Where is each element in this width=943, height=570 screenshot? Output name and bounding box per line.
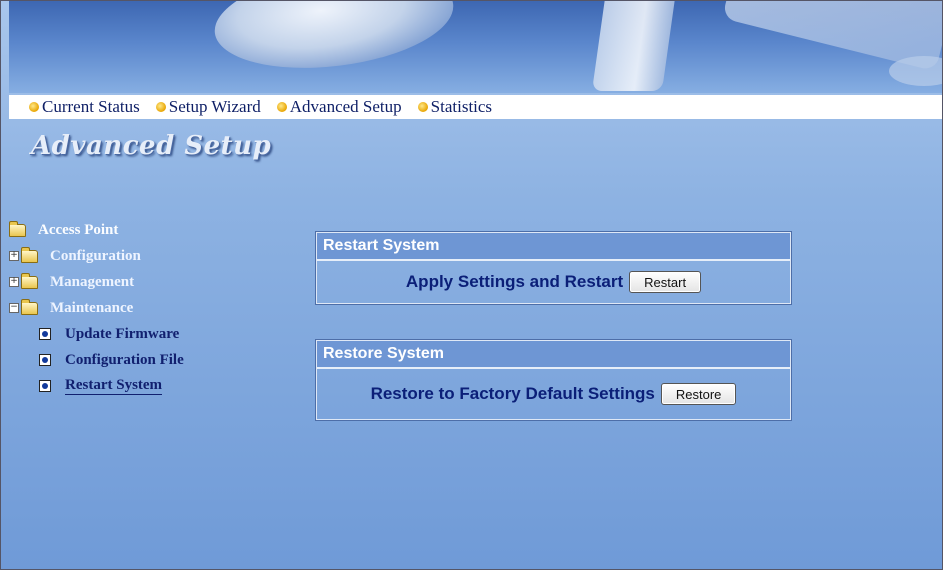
panel-body: Restore to Factory Default Settings Rest… (317, 369, 790, 419)
tree-item-restart-system[interactable]: Restart System (39, 373, 184, 399)
restart-system-panel: Restart System Apply Settings and Restar… (315, 231, 792, 305)
restore-button[interactable]: Restore (660, 383, 737, 405)
nav-label: Current Status (42, 97, 140, 116)
tree-item-label: Update Firmware (65, 325, 180, 342)
tree-folder-label: Configuration (50, 247, 141, 264)
nav-label: Statistics (430, 97, 493, 116)
app-frame: Current Status Setup Wizard Advanced Set… (0, 0, 943, 570)
bullet-icon (417, 102, 428, 112)
bullet-icon (276, 102, 287, 112)
bullet-icon (155, 102, 166, 112)
expand-icon[interactable]: + (9, 277, 19, 287)
page-icon (39, 328, 51, 340)
tree-folder-label: Maintenance (50, 299, 134, 316)
router-image (209, 1, 459, 81)
tree-folder-configuration[interactable]: + Configuration (9, 243, 184, 269)
tree-item-configuration-file[interactable]: Configuration File (39, 347, 184, 373)
nav-current-status[interactable]: Current Status (29, 97, 140, 117)
panel-title: Restart System (317, 233, 790, 261)
open-folder-icon (21, 298, 38, 315)
restore-description: Restore to Factory Default Settings (370, 384, 655, 403)
page-title: Advanced Setup (31, 131, 272, 161)
header-banner (9, 1, 942, 93)
tree-folder-management[interactable]: + Management (9, 269, 184, 295)
tree-item-label: Configuration File (65, 351, 184, 368)
device-image (591, 1, 677, 91)
collapse-icon[interactable]: − (9, 303, 19, 313)
nav-label: Advanced Setup (289, 97, 402, 116)
folder-icon (21, 272, 38, 289)
folder-icon (21, 246, 38, 263)
tree-root-access-point[interactable]: Access Point (9, 217, 184, 243)
nav-setup-wizard[interactable]: Setup Wizard (155, 97, 261, 117)
page-icon (39, 380, 51, 392)
nav-advanced-setup[interactable]: Advanced Setup (276, 97, 402, 117)
open-folder-icon (9, 220, 26, 237)
tree-folder-maintenance[interactable]: − Maintenance (9, 295, 184, 321)
tree-item-update-firmware[interactable]: Update Firmware (39, 321, 184, 347)
top-nav: Current Status Setup Wizard Advanced Set… (9, 95, 942, 119)
restart-description: Apply Settings and Restart (405, 272, 624, 291)
mouse-image (889, 56, 942, 86)
nav-statistics[interactable]: Statistics (417, 97, 493, 117)
page-icon (39, 354, 51, 366)
expand-icon[interactable]: + (9, 251, 19, 261)
sidebar-tree: Access Point + Configuration + Managemen… (9, 217, 184, 399)
bullet-icon (29, 102, 39, 112)
tree-root-label: Access Point (38, 221, 119, 238)
tree-item-label: Restart System (65, 377, 163, 395)
tree-folder-label: Management (50, 273, 135, 290)
panel-body: Apply Settings and Restart Restart (317, 261, 790, 303)
restart-button[interactable]: Restart (629, 271, 702, 293)
panel-title: Restore System (317, 341, 790, 369)
restore-system-panel: Restore System Restore to Factory Defaul… (315, 339, 792, 421)
nav-label: Setup Wizard (168, 97, 261, 116)
